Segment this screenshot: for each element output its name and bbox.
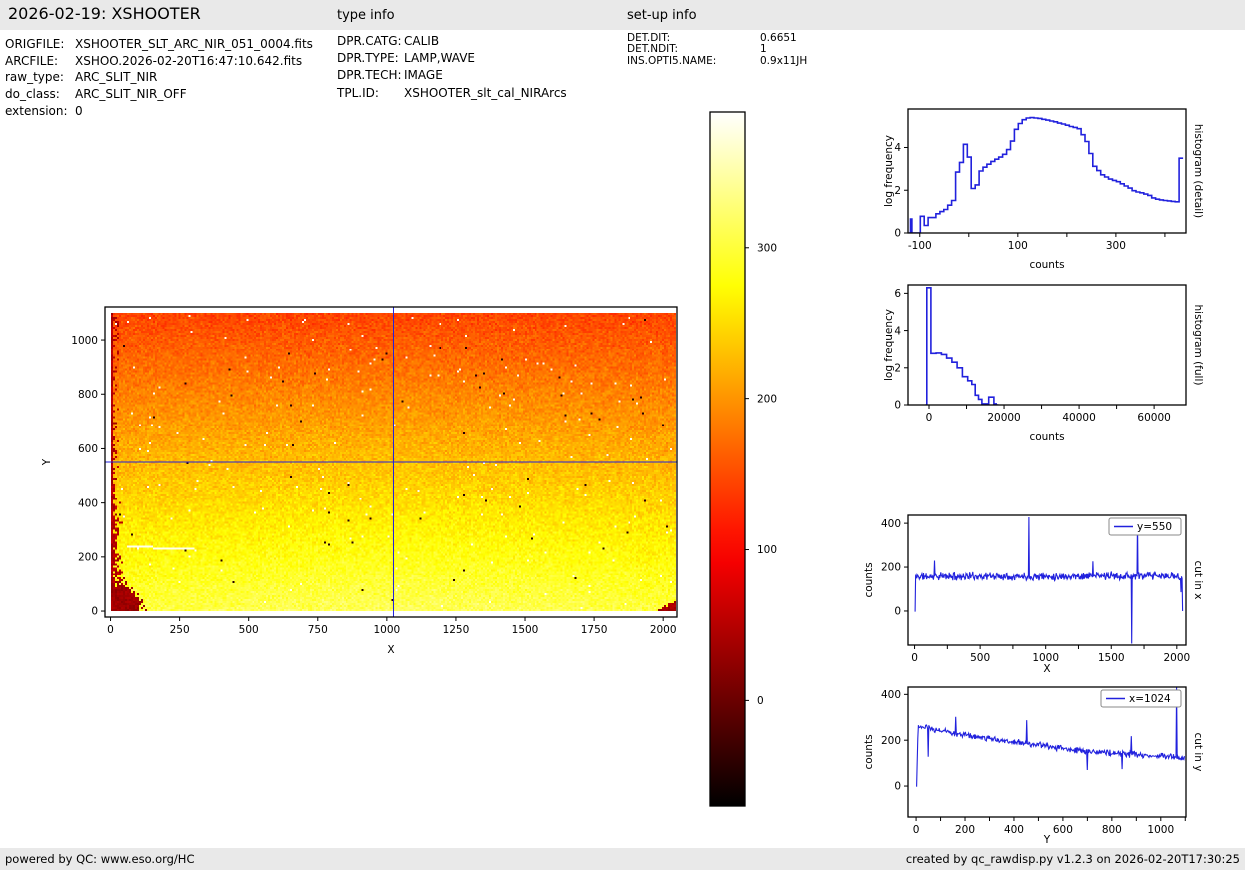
svg-text:4: 4	[894, 142, 901, 154]
svg-text:200: 200	[881, 735, 901, 747]
hist-full-xlabel: counts	[1029, 431, 1064, 443]
hist-detail-ylabel: log frequency	[883, 135, 895, 207]
svg-text:40000: 40000	[1062, 412, 1095, 424]
svg-text:750: 750	[308, 624, 328, 636]
main-image-axes: 0 250 500 750 1000 1250 1500 1750 2000 0 200 400 600…	[50, 293, 732, 659]
svg-text:x=1024: x=1024	[1129, 693, 1171, 705]
svg-text:200: 200	[757, 393, 777, 405]
svg-text:0: 0	[894, 228, 901, 240]
header-bar: 2026-02-19: XSHOOTER type info set-up in…	[0, 0, 1245, 30]
svg-text:0: 0	[107, 624, 114, 636]
svg-text:0: 0	[91, 606, 98, 618]
hist-detail-right-label: histogram (detail)	[1192, 124, 1204, 218]
svg-text:0: 0	[911, 652, 918, 664]
svg-text:0: 0	[894, 400, 901, 412]
cut-x-xlabel: X	[1043, 663, 1050, 675]
cut-y-right-label: cut in y	[1192, 732, 1204, 771]
cut-y-xlabel: Y	[1044, 834, 1050, 846]
svg-text:200: 200	[78, 552, 98, 564]
svg-text:1000: 1000	[373, 624, 400, 636]
setup-info-heading: set-up info	[627, 8, 697, 23]
svg-text:20000: 20000	[987, 412, 1020, 424]
rawtype-row: raw_type:ARC_SLIT_NIR	[5, 69, 313, 86]
svg-text:2: 2	[894, 185, 901, 197]
svg-text:400: 400	[881, 518, 901, 530]
svg-text:100: 100	[757, 544, 777, 556]
svg-text:6: 6	[894, 288, 901, 300]
svg-text:1750: 1750	[581, 624, 608, 636]
svg-text:600: 600	[78, 443, 98, 455]
hist-detail-xlabel: counts	[1029, 259, 1064, 271]
histogram-detail-plot: -100 100 300 0 2 4	[853, 95, 1241, 275]
type-info-heading: type info	[337, 8, 395, 23]
main-xlabel: X	[387, 644, 394, 656]
svg-text:4: 4	[894, 325, 901, 337]
svg-text:400: 400	[1004, 824, 1024, 836]
cut-in-y-plot: 0 200 400 600 800 1000 0 200 400 x=1024	[853, 673, 1241, 859]
histogram-full-plot: 0 20000 40000 60000 0 2 4 6	[853, 271, 1241, 447]
svg-text:600: 600	[1053, 824, 1073, 836]
arcfile-row: ARCFILE:XSHOO.2026-02-20T16:47:10.642.fi…	[5, 53, 313, 70]
dpr-type-row: DPR.TYPE:LAMP,WAVE	[337, 50, 567, 67]
svg-text:-100: -100	[908, 240, 932, 252]
svg-text:2: 2	[894, 362, 901, 374]
cut-y-ylabel: counts	[863, 734, 875, 769]
dpr-tech-row: DPR.TECH:IMAGE	[337, 67, 567, 84]
svg-text:1500: 1500	[512, 624, 539, 636]
svg-text:200: 200	[881, 562, 901, 574]
svg-text:0: 0	[894, 781, 901, 793]
ins-opti5-row: INS.OPTI5.NAME:0.9x11JH	[627, 56, 807, 67]
setup-info-block: DET.DIT:0.6651 DET.NDIT:1 INS.OPTI5.NAME…	[627, 33, 807, 67]
svg-text:100: 100	[1008, 240, 1028, 252]
origfile-row: ORIGFILE:XSHOOTER_SLT_ARC_NIR_051_0004.f…	[5, 36, 313, 53]
cut-x-ylabel: counts	[863, 562, 875, 597]
svg-text:800: 800	[1102, 824, 1122, 836]
svg-text:2000: 2000	[1163, 652, 1190, 664]
page-title: 2026-02-19: XSHOOTER	[8, 4, 201, 23]
svg-text:300: 300	[757, 242, 777, 254]
svg-text:y=550: y=550	[1137, 521, 1172, 533]
svg-text:400: 400	[78, 497, 98, 509]
tpl-id-row: TPL.ID:XSHOOTER_slt_cal_NIRArcs	[337, 85, 567, 102]
svg-text:1250: 1250	[443, 624, 470, 636]
svg-text:1500: 1500	[1098, 652, 1125, 664]
svg-text:500: 500	[239, 624, 259, 636]
svg-text:200: 200	[955, 824, 975, 836]
svg-text:500: 500	[970, 652, 990, 664]
cut-in-x-plot: 05001000150020000200400y=550	[853, 501, 1241, 687]
file-info-block: ORIGFILE:XSHOOTER_SLT_ARC_NIR_051_0004.f…	[5, 36, 313, 120]
svg-text:0: 0	[757, 695, 764, 707]
svg-text:0: 0	[926, 412, 933, 424]
svg-text:300: 300	[1106, 240, 1126, 252]
extension-row: extension:0	[5, 103, 313, 120]
colorbar-axes: 0 100 200 300	[706, 106, 776, 812]
svg-text:1000: 1000	[1147, 824, 1174, 836]
svg-text:0: 0	[913, 824, 920, 836]
svg-text:1000: 1000	[71, 335, 98, 347]
type-info-block: DPR.CATG:CALIB DPR.TYPE:LAMP,WAVE DPR.TE…	[337, 33, 567, 102]
svg-text:0: 0	[894, 606, 901, 618]
svg-text:2000: 2000	[650, 624, 677, 636]
hist-full-right-label: histogram (full)	[1192, 305, 1204, 386]
main-ylabel: Y	[41, 459, 53, 465]
svg-text:800: 800	[78, 389, 98, 401]
dpr-catg-row: DPR.CATG:CALIB	[337, 33, 567, 50]
svg-text:250: 250	[170, 624, 190, 636]
doclass-row: do_class:ARC_SLIT_NIR_OFF	[5, 86, 313, 103]
svg-text:60000: 60000	[1137, 412, 1170, 424]
footer-powered-by: powered by QC: www.eso.org/HC	[5, 848, 194, 870]
cut-x-right-label: cut in x	[1192, 560, 1204, 599]
svg-text:400: 400	[881, 689, 901, 701]
hist-full-ylabel: log frequency	[883, 309, 895, 381]
